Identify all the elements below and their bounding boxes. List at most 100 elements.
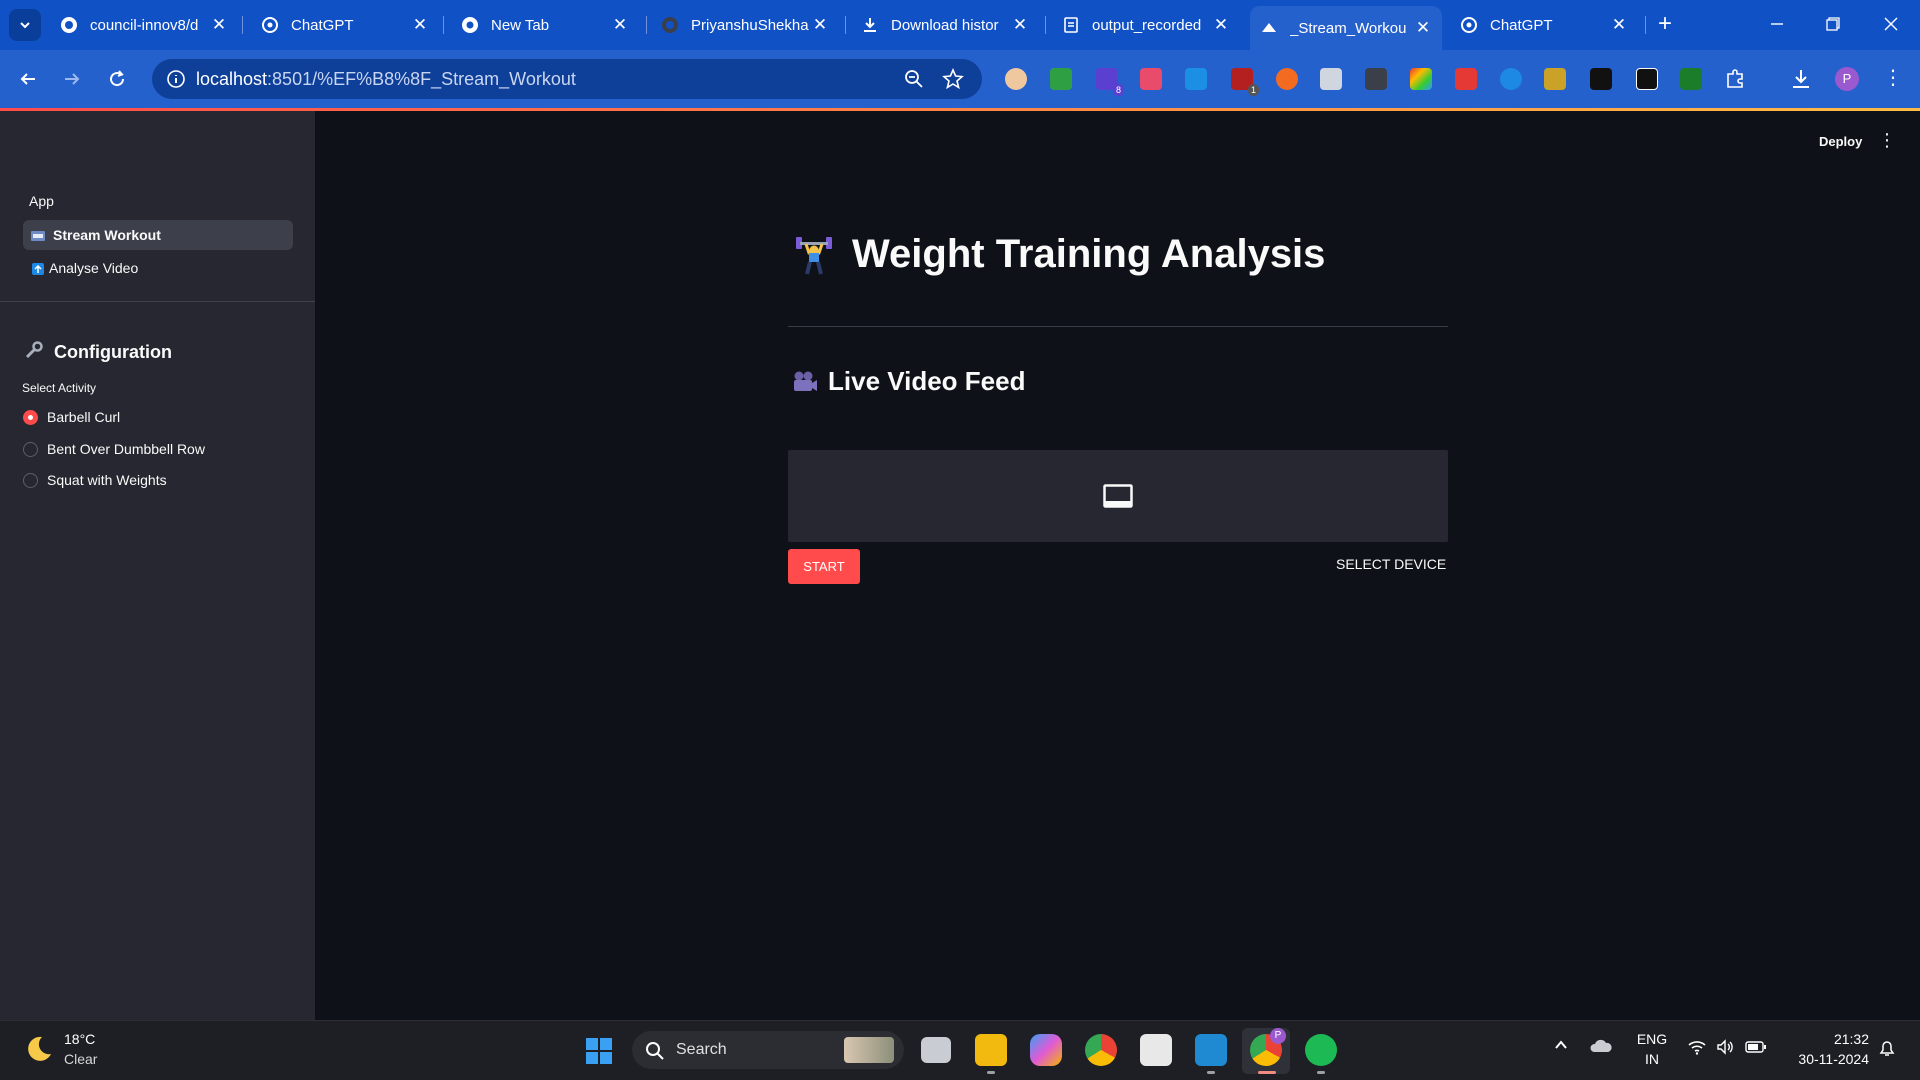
region-label[interactable]: IN: [1635, 1051, 1669, 1067]
activity-option-bent-over-dumbbell-row[interactable]: Bent Over Dumbbell Row: [23, 441, 205, 457]
browser-menu-icon[interactable]: ⋮: [1883, 66, 1903, 92]
browser-tab[interactable]: PriyanshuShekha ✕: [651, 8, 839, 42]
weather-temperature[interactable]: 18°C: [64, 1031, 95, 1047]
chevron-up-icon[interactable]: [1554, 1038, 1568, 1055]
language-label[interactable]: ENG: [1635, 1031, 1669, 1047]
reload-icon[interactable]: [104, 66, 130, 92]
main-menu-icon[interactable]: ⋮: [1878, 130, 1896, 151]
extension-camera-icon[interactable]: [1320, 68, 1342, 90]
extension-ublock-icon[interactable]: 1: [1231, 68, 1259, 96]
battery-icon[interactable]: [1745, 1040, 1767, 1057]
profile-avatar[interactable]: P: [1835, 67, 1859, 91]
restore-icon[interactable]: [1818, 10, 1848, 40]
configuration-title: Configuration: [54, 342, 172, 362]
volume-icon[interactable]: [1716, 1039, 1736, 1058]
close-icon[interactable]: ✕: [811, 15, 829, 35]
minimize-icon[interactable]: [1762, 10, 1792, 40]
copilot-icon[interactable]: [1030, 1034, 1062, 1066]
back-arrow-icon[interactable]: [15, 66, 41, 92]
chevron-down-icon: [20, 22, 30, 29]
windows-start-icon[interactable]: [586, 1038, 612, 1064]
file-explorer-icon[interactable]: [975, 1034, 1007, 1066]
activity-option-squat-with-weights[interactable]: Squat with Weights: [23, 472, 167, 488]
clock-time[interactable]: 21:32: [1785, 1031, 1869, 1047]
sidebar-item-label: Stream Workout: [53, 227, 161, 243]
moon-icon[interactable]: [24, 1034, 54, 1069]
onedrive-icon[interactable]: [1589, 1038, 1613, 1057]
tab-title: output_recorded: [1092, 16, 1202, 34]
select-activity-label: Select Activity: [22, 381, 97, 395]
deploy-button[interactable]: Deploy: [1819, 134, 1862, 149]
spotify-icon[interactable]: [1305, 1034, 1337, 1066]
extension-grid-icon[interactable]: [1544, 68, 1566, 90]
task-view-icon[interactable]: [921, 1037, 951, 1063]
extension-diamond-icon[interactable]: [1680, 68, 1702, 90]
page-title-text: Weight Training Analysis: [852, 232, 1326, 276]
start-button[interactable]: START: [788, 549, 860, 584]
movie-camera-icon: [792, 370, 818, 394]
wifi-icon[interactable]: [1687, 1039, 1707, 1058]
taskbar-search[interactable]: Search: [632, 1031, 904, 1069]
tab-title: Download histor: [891, 16, 999, 34]
tab-search-button[interactable]: [9, 9, 41, 41]
browser-tab[interactable]: output_recorded ✕: [1052, 8, 1240, 42]
extension-video-icon[interactable]: [1455, 68, 1477, 90]
bookmark-star-icon[interactable]: [942, 67, 964, 95]
url-path: :8501/%EF%B8%8F_Stream_Workout: [267, 69, 576, 89]
extension-wave-icon[interactable]: [1500, 68, 1522, 90]
activity-label: Squat with Weights: [47, 472, 167, 488]
browser-tab-active[interactable]: _Stream_Workou ✕: [1250, 6, 1442, 50]
radio-selected[interactable]: [23, 409, 38, 425]
close-icon[interactable]: ✕: [1011, 15, 1029, 35]
close-icon[interactable]: ✕: [1610, 15, 1628, 35]
close-icon[interactable]: ✕: [1414, 18, 1432, 38]
clock-date[interactable]: 30-11-2024: [1785, 1051, 1869, 1067]
tab-title: ChatGPT: [1490, 16, 1553, 34]
forward-arrow-icon[interactable]: [59, 66, 85, 92]
chrome-taskbar-icon[interactable]: [1085, 1034, 1117, 1066]
extension-tv-icon[interactable]: [1590, 68, 1612, 90]
select-device-button[interactable]: SELECT DEVICE: [1336, 556, 1446, 572]
browser-tab[interactable]: council-innov8/d ✕: [50, 8, 238, 42]
sidebar-item-analyse-video[interactable]: Analyse Video: [23, 253, 293, 283]
address-bar[interactable]: localhost:8501/%EF%B8%8F_Stream_Workout: [152, 59, 982, 99]
extension-download-icon[interactable]: [1185, 68, 1207, 90]
zoom-icon[interactable]: [904, 69, 924, 94]
vscode-icon[interactable]: [1195, 1034, 1227, 1066]
radio-unselected[interactable]: [23, 472, 38, 488]
extension-lock-icon[interactable]: [1636, 68, 1658, 90]
radio-unselected[interactable]: [23, 441, 38, 457]
tab-title: council-innov8/d: [90, 16, 199, 34]
activity-option-barbell-curl[interactable]: Barbell Curl: [23, 409, 120, 425]
extension-badge: 8: [1112, 84, 1124, 96]
weather-description[interactable]: Clear: [64, 1051, 97, 1067]
close-icon[interactable]: ✕: [210, 15, 228, 35]
url-host: localhost: [196, 69, 268, 89]
site-info-icon[interactable]: [166, 69, 186, 94]
extension-owl-icon[interactable]: [1005, 68, 1027, 90]
extension-color-icon[interactable]: [1410, 68, 1432, 90]
browser-tab[interactable]: ChatGPT ✕: [251, 8, 439, 42]
window-close-icon[interactable]: [1876, 10, 1906, 40]
extension-sheet-icon[interactable]: [1050, 68, 1072, 90]
extension-graduation-icon[interactable]: 8: [1096, 68, 1124, 96]
extension-panel-icon[interactable]: [1365, 68, 1387, 90]
browser-tab[interactable]: ChatGPT ✕: [1450, 8, 1638, 42]
close-icon[interactable]: ✕: [611, 15, 629, 35]
chrome-profile-taskbar-icon[interactable]: P: [1250, 1028, 1286, 1066]
browser-tab[interactable]: New Tab ✕: [451, 8, 639, 42]
sidebar-item-stream-workout[interactable]: Stream Workout: [23, 220, 293, 250]
running-indicator-active: [1258, 1071, 1276, 1074]
microsoft-store-icon[interactable]: [1140, 1034, 1172, 1066]
extension-ticket-icon[interactable]: [1140, 68, 1162, 90]
downloads-icon[interactable]: [1790, 68, 1812, 90]
new-tab-button[interactable]: +: [1651, 11, 1679, 39]
close-icon[interactable]: ✕: [411, 15, 429, 35]
extensions-puzzle-icon[interactable]: [1724, 68, 1746, 90]
browser-tab[interactable]: Download histor ✕: [851, 8, 1039, 42]
notification-bell-icon[interactable]: [1877, 1038, 1897, 1061]
extension-fire-icon[interactable]: [1276, 68, 1298, 90]
url-text[interactable]: localhost:8501/%EF%B8%8F_Stream_Workout: [196, 69, 576, 90]
close-icon[interactable]: ✕: [1212, 15, 1230, 35]
running-indicator: [1317, 1071, 1325, 1074]
